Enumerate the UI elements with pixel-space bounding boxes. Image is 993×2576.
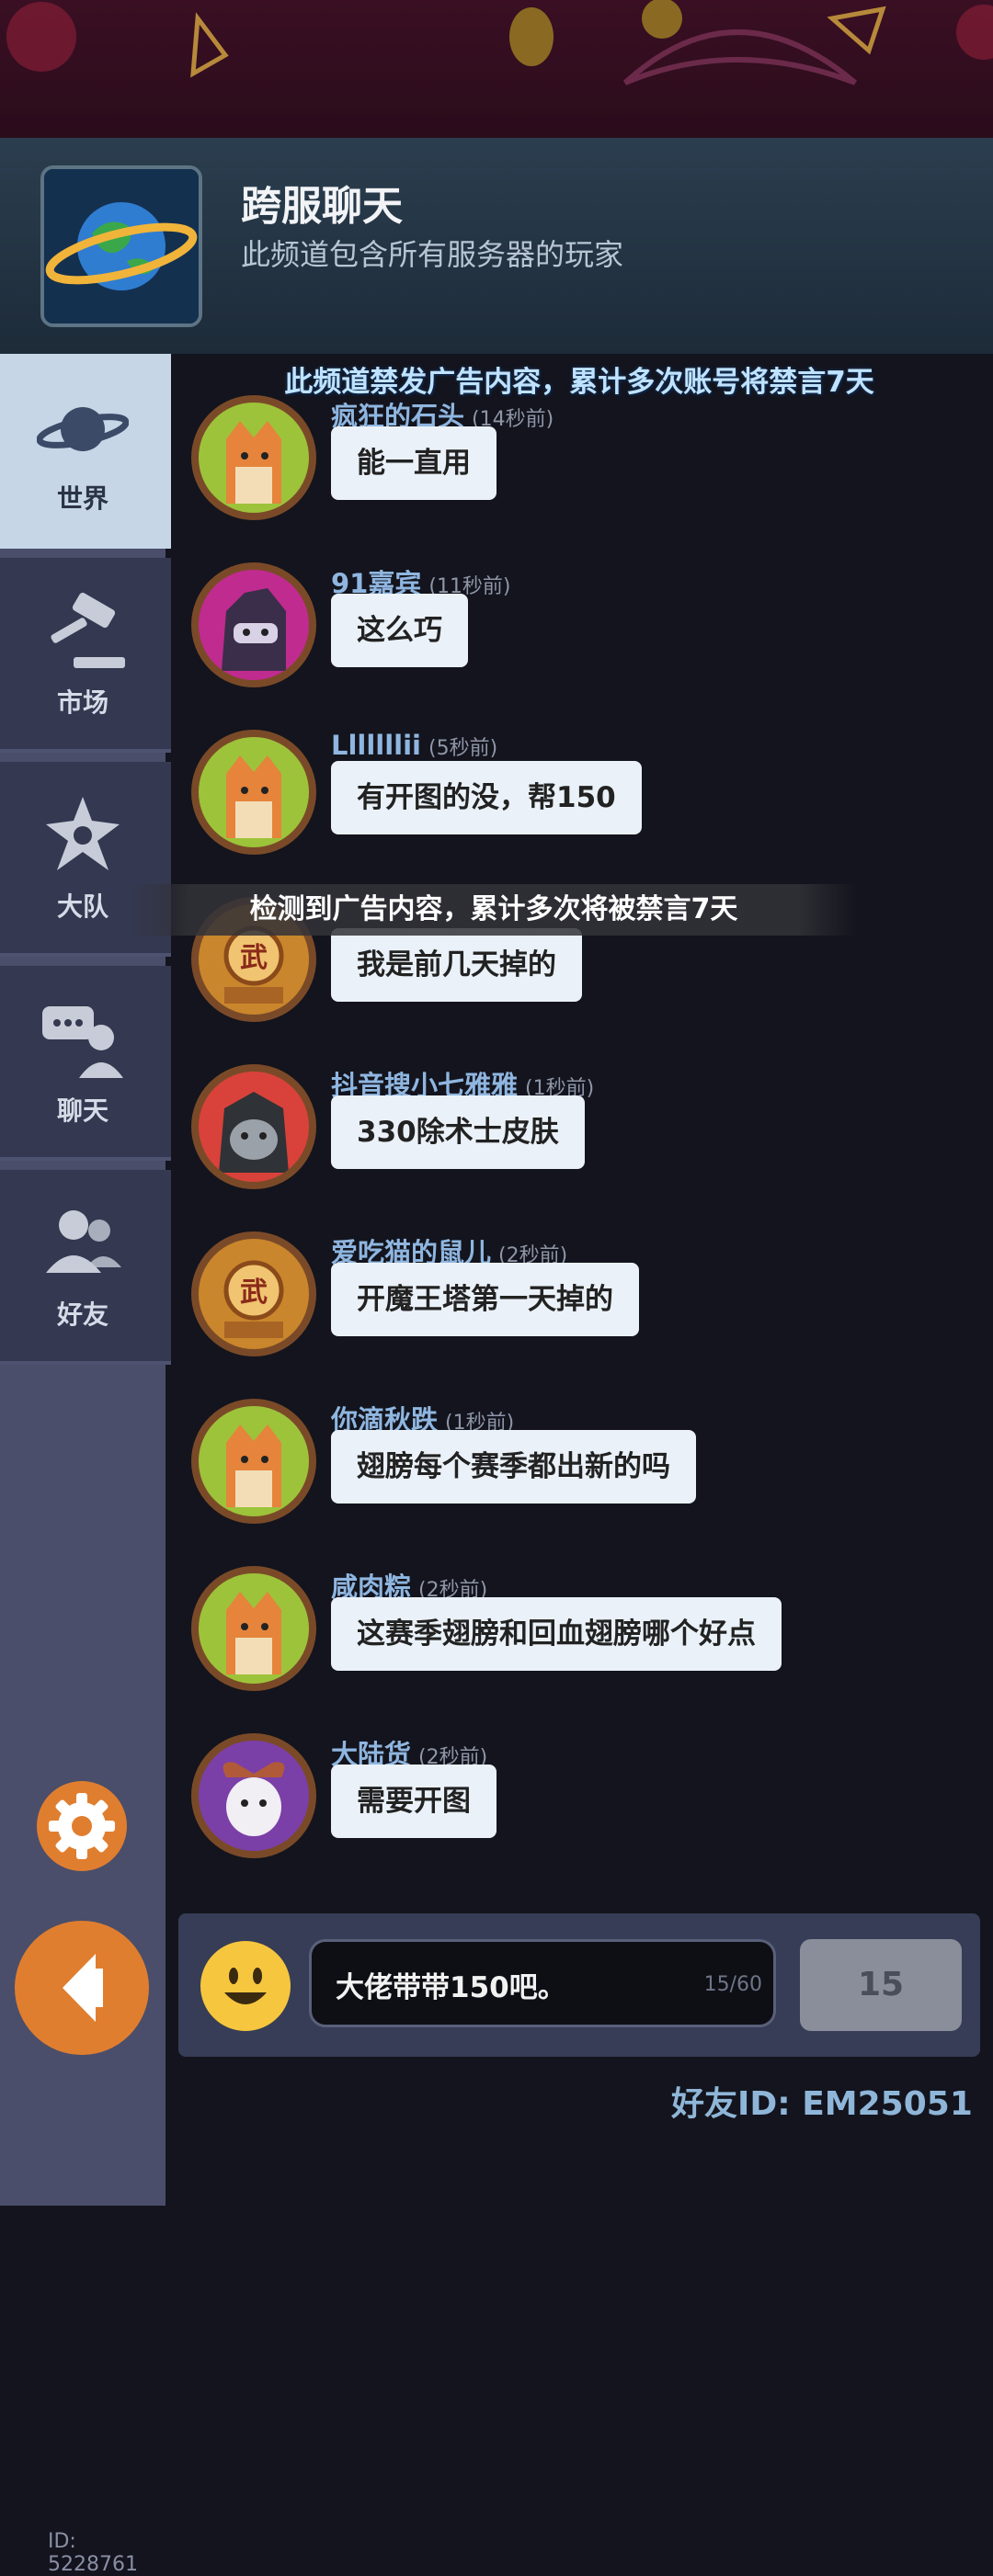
ninja-avatar[interactable] (191, 562, 316, 687)
message-bubble[interactable]: 我是前几天掉的 (331, 928, 582, 1002)
chat-message: Lllllllii (5秒前) 有开图的没，帮150 (191, 730, 982, 886)
ad-warning-toast: 检测到广告内容，累计多次将被禁言7天 (131, 884, 857, 936)
back-arrow-icon (63, 1954, 103, 2022)
sidebar-label-world: 世界 (56, 483, 108, 514)
chat-message: 咸肉粽 (2秒前) 这赛季翅膀和回血翅膀哪个好点 (191, 1566, 982, 1722)
message-bubble[interactable]: 能一直用 (331, 426, 496, 500)
chat-bubbles-icon (42, 1006, 123, 1078)
goat-avatar[interactable] (191, 1733, 316, 1858)
top-decor-banner (0, 0, 993, 138)
planet-icon (40, 165, 202, 327)
message-sender[interactable]: Lllllllii (5秒前) (331, 730, 497, 761)
channel-sidebar: 世界 市场 大队 聊天 好友 ID: 5228761 (0, 354, 171, 2576)
message-bubble[interactable]: 这赛季翅膀和回血翅膀哪个好点 (331, 1597, 782, 1671)
send-button[interactable]: 15 (800, 1939, 962, 2031)
wu-emblem-avatar[interactable]: 武 (191, 1231, 316, 1356)
saturn-icon (37, 407, 129, 451)
svg-text:武: 武 (240, 942, 268, 974)
sidebar-label-friends: 好友 (56, 1299, 108, 1330)
chat-message: 抖音搜小七雅雅 (1秒前) 330除术士皮肤 (191, 1064, 982, 1220)
svg-text:武: 武 (240, 1277, 268, 1309)
friends-icon (46, 1210, 121, 1273)
message-input-value: 大佬带带150吧。 (336, 1971, 566, 2004)
smiley-icon (224, 1968, 267, 2004)
sidebar-item-chat[interactable]: 聊天 (0, 966, 171, 1161)
fox-avatar[interactable] (191, 1399, 316, 1524)
chat-input-bar: 大佬带带150吧。 15/60 15 (178, 1913, 980, 2057)
back-button[interactable] (15, 1921, 149, 2055)
chat-message: 武 爱吃猫的鼠儿 (2秒前) 开魔王塔第一天掉的 (191, 1231, 982, 1388)
player-id: ID: 5228761 (48, 2530, 138, 2576)
sidebar-item-friends[interactable]: 好友 (0, 1170, 171, 1365)
chat-message: 你滴秋跌 (1秒前) 翅膀每个赛季都出新的吗 (191, 1399, 982, 1555)
chat-message: 91嘉宾 (11秒前) 这么巧 (191, 562, 982, 719)
fox-avatar[interactable] (191, 1566, 316, 1691)
chat-message-list[interactable]: 疯狂的石头 (14秒前) 能一直用 91嘉宾 (11秒前) 这么巧 Llllllli… (166, 395, 993, 1912)
message-bubble[interactable]: 这么巧 (331, 594, 468, 667)
sidebar-item-market[interactable]: 市场 (0, 558, 171, 753)
banner-pattern-icon (6, 0, 993, 85)
channel-header: 跨服聊天 此频道包含所有服务器的玩家 (0, 138, 993, 354)
fox-avatar[interactable] (191, 730, 316, 855)
settings-button[interactable] (37, 1781, 127, 1871)
guild-icon (46, 797, 120, 870)
gavel-icon (51, 592, 125, 668)
channel-subtitle: 此频道包含所有服务器的玩家 (241, 237, 624, 272)
message-bubble[interactable]: 开魔王塔第一天掉的 (331, 1263, 639, 1336)
message-bubble[interactable]: 翅膀每个赛季都出新的吗 (331, 1430, 696, 1504)
char-counter: 15/60 (703, 1973, 762, 1996)
sidebar-label-chat: 聊天 (56, 1095, 108, 1126)
message-bubble[interactable]: 330除术士皮肤 (331, 1095, 585, 1169)
chat-message: 大陆货 (2秒前) 需要开图 (191, 1733, 982, 1889)
chat-message: 疯狂的石头 (14秒前) 能一直用 (191, 395, 982, 551)
message-input[interactable]: 大佬带带150吧。 15/60 (309, 1939, 776, 2027)
fox-avatar[interactable] (191, 395, 316, 520)
message-bubble[interactable]: 有开图的没，帮150 (331, 761, 642, 834)
channel-notice: 此频道禁发广告内容，累计多次账号将禁言7天 (284, 366, 874, 399)
friend-id: 好友ID: EM25051 (671, 2085, 973, 2123)
sidebar-label-market: 市场 (56, 687, 108, 718)
message-bubble[interactable]: 需要开图 (331, 1765, 496, 1838)
gear-icon (49, 1793, 115, 1859)
sidebar-item-world[interactable]: 世界 (0, 354, 171, 549)
channel-title: 跨服聊天 (241, 183, 403, 230)
emoji-button[interactable] (200, 1941, 291, 2031)
cat-hood-avatar[interactable] (191, 1064, 316, 1189)
